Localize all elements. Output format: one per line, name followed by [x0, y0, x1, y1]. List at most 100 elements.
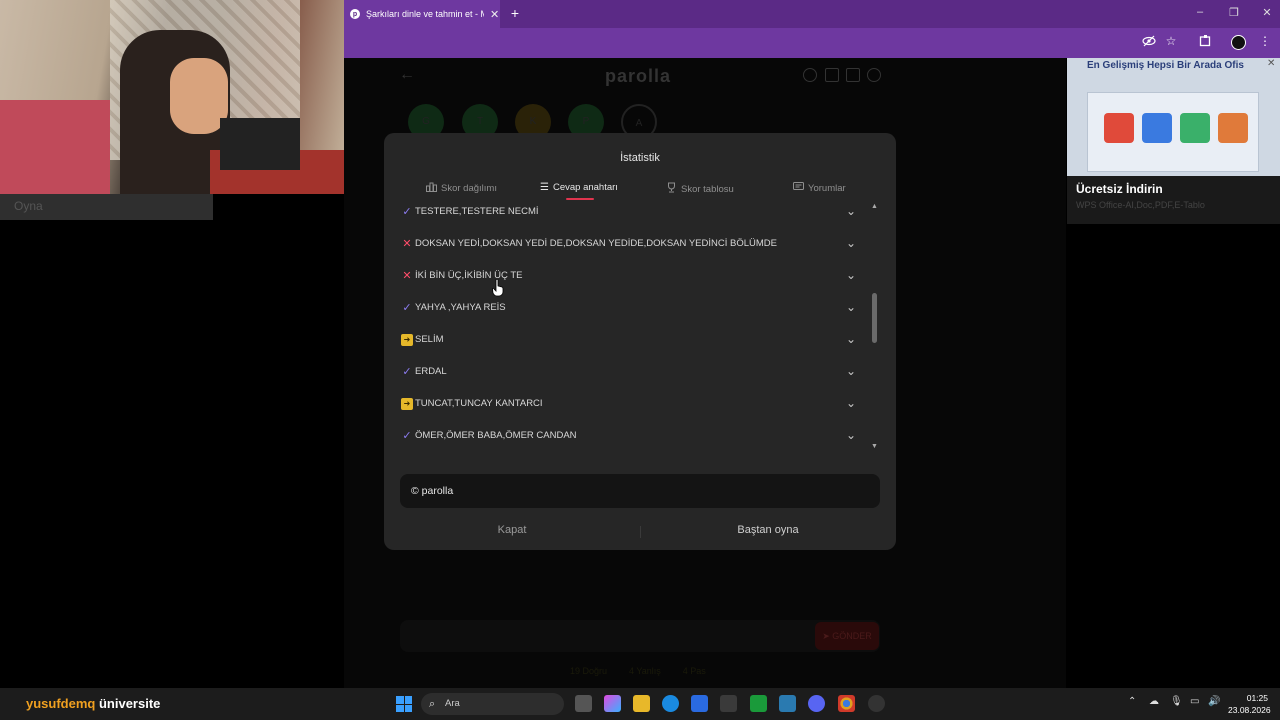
menu-icon[interactable]: ⋮ — [1256, 34, 1274, 48]
comment-icon — [793, 182, 804, 195]
answer-key-list[interactable]: ✓ TESTERE,TESTERE NECMİ ⌄ ✕ DOKSAN YEDİ,… — [400, 202, 862, 452]
pass-icon: ➜ — [401, 334, 413, 346]
taskbar-search[interactable]: ⌕ Ara — [421, 693, 564, 715]
pass-icon: ➜ — [401, 398, 413, 410]
advertisement[interactable]: En Gelişmiş Hepsi Bir Arada Ofis ✕ Ücret… — [1067, 58, 1280, 224]
close-button[interactable]: Kapat — [384, 524, 640, 536]
send-button[interactable]: ➤ GÖNDER — [815, 622, 879, 650]
ad-headline: En Gelişmiş Hepsi Bir Arada Ofis — [1087, 60, 1244, 71]
stats-icon[interactable] — [825, 68, 839, 82]
answer-text: ÖMER,ÖMER BABA,ÖMER CANDAN — [415, 430, 577, 441]
windows-start-icon[interactable] — [396, 696, 412, 712]
tab-close-icon[interactable]: ✕ — [490, 8, 499, 21]
ad-app-tile — [1218, 113, 1248, 143]
ad-subtitle: WPS Office-AI,Doc,PDF,E-Tablo — [1076, 200, 1205, 210]
chevron-down-icon[interactable]: ⌄ — [846, 332, 856, 346]
new-tab-button[interactable]: + — [506, 5, 524, 21]
ad-app-tile — [1142, 113, 1172, 143]
edge-icon[interactable] — [662, 695, 679, 712]
background-page-button: Oyna — [0, 194, 213, 220]
store-icon[interactable] — [720, 695, 737, 712]
xbox-icon[interactable] — [750, 695, 767, 712]
browser-tab-title: Şarkıları dinle ve tahmin et - M... — [366, 9, 484, 19]
minimize-button[interactable]: – — [1190, 6, 1210, 18]
onedrive-icon[interactable]: ☁ — [1149, 696, 1159, 707]
network-icon[interactable]: ▭ — [1190, 696, 1199, 707]
scroll-up-icon[interactable]: ▲ — [871, 203, 878, 210]
chevron-down-icon[interactable]: ⌄ — [846, 300, 856, 314]
user-icon[interactable] — [867, 68, 881, 82]
answer-text: DOKSAN YEDİ,DOKSAN YEDİ DE,DOKSAN YEDİDE… — [415, 238, 777, 249]
scrollbar[interactable]: ▲ ▼ — [871, 203, 879, 451]
obs-icon[interactable] — [868, 695, 885, 712]
chart-icon — [426, 182, 437, 195]
search-icon: ⌕ — [429, 698, 436, 710]
extensions-icon[interactable] — [1196, 34, 1214, 50]
chevron-down-icon[interactable]: ⌄ — [846, 236, 856, 250]
scrollbar-thumb[interactable] — [872, 293, 877, 343]
chrome-icon[interactable] — [838, 695, 855, 712]
chat-icon[interactable] — [846, 68, 860, 82]
answer-text: İKİ BİN ÜÇ,İKİBİN ÜÇ TE — [415, 270, 523, 281]
answer-row[interactable]: ✓ TESTERE,TESTERE NECMİ ⌄ — [400, 204, 862, 229]
tab-comments[interactable]: Yorumlar — [793, 182, 846, 195]
answer-text: YAHYA ,YAHYA REİS — [415, 302, 506, 313]
tab-leaderboard[interactable]: Skor tablosu — [666, 182, 734, 196]
answer-text: TUNCAT,TUNCAY KANTARCI — [415, 398, 543, 409]
discord-icon[interactable] — [808, 695, 825, 712]
tab-label: Skor dağılımı — [441, 183, 497, 194]
browser-tab[interactable]: p Şarkıları dinle ve tahmin et - M... ✕ — [344, 0, 500, 28]
tab-label: Cevap anahtarı — [552, 182, 618, 193]
cross-icon: ✕ — [402, 270, 412, 282]
webcam-laptop — [220, 118, 300, 170]
mail-icon[interactable] — [691, 695, 708, 712]
clock[interactable]: 01:25 23.08.2026 — [1228, 692, 1271, 716]
clock-date: 23.08.2026 — [1228, 705, 1271, 715]
chevron-down-icon[interactable]: ⌄ — [846, 268, 856, 282]
answer-row[interactable]: ➜ SELİM ⌄ — [400, 332, 862, 357]
task-view-icon[interactable] — [575, 695, 592, 712]
answer-row[interactable]: ➜ TUNCAT,TUNCAY KANTARCI ⌄ — [400, 396, 862, 421]
answer-row[interactable]: ✕ DOKSAN YEDİ,DOKSAN YEDİ DE,DOKSAN YEDİ… — [400, 236, 862, 261]
volume-icon[interactable]: 🔊 — [1208, 696, 1220, 707]
site-logo[interactable]: parolla — [605, 66, 671, 87]
app-icon[interactable] — [779, 695, 796, 712]
answer-row[interactable]: ✓ ERDAL ⌄ — [400, 364, 862, 389]
copilot-icon[interactable] — [604, 695, 621, 712]
ad-title[interactable]: Ücretsiz İndirin — [1076, 182, 1163, 196]
close-window-button[interactable]: ✕ — [1257, 6, 1277, 19]
back-arrow-icon[interactable]: ← — [399, 66, 415, 84]
ad-app-tile — [1104, 113, 1134, 143]
restore-button[interactable]: ❐ — [1224, 6, 1244, 19]
profile-icon[interactable] — [1231, 35, 1246, 50]
tab-answer-key[interactable]: ☰ Cevap anahtarı — [540, 182, 618, 193]
ad-app-tile — [1180, 113, 1210, 143]
file-explorer-icon[interactable] — [633, 695, 650, 712]
restart-button[interactable]: Baştan oyna — [640, 524, 896, 536]
chevron-down-icon[interactable]: ⌄ — [846, 428, 856, 442]
chevron-down-icon[interactable]: ⌄ — [846, 396, 856, 410]
streamer-name: yusufdemq — [26, 696, 96, 711]
tab-score-distribution[interactable]: Skor dağılımı — [426, 182, 497, 195]
webcam-sofa — [0, 100, 110, 194]
microphone-icon[interactable]: 🎙 — [1170, 696, 1183, 707]
statistics-modal: İstatistik Skor dağılımı ☰ Cevap anahtar… — [384, 133, 896, 550]
chevron-down-icon[interactable]: ⌄ — [846, 364, 856, 378]
answer-row[interactable]: ✓ YAHYA ,YAHYA REİS ⌄ — [400, 300, 862, 325]
ad-banner: En Gelişmiş Hepsi Bir Arada Ofis — [1067, 58, 1280, 176]
answer-row[interactable]: ✕ İKİ BİN ÜÇ,İKİBİN ÜÇ TE ⌄ — [400, 268, 862, 293]
star-icon[interactable]: ☆ — [1162, 34, 1180, 48]
ad-close-icon[interactable]: ✕ — [1267, 58, 1275, 69]
ad-screenshot — [1087, 92, 1259, 172]
pass-count: 4 Pas — [682, 666, 706, 676]
check-icon: ✓ — [402, 430, 412, 442]
streamer-tag: üniversite — [98, 696, 161, 711]
answer-input[interactable] — [400, 620, 880, 652]
answer-row[interactable]: ✓ ÖMER,ÖMER BABA,ÖMER CANDAN ⌄ — [400, 428, 862, 452]
scroll-down-icon[interactable]: ▼ — [871, 443, 878, 450]
info-icon[interactable] — [803, 68, 817, 82]
eye-off-icon[interactable] — [1140, 34, 1158, 51]
taskbar: yusufdemq üniversite ⌕ Ara ⌃ ☁ 🎙 ▭ 🔊 01:… — [0, 688, 1280, 720]
chevron-down-icon[interactable]: ⌄ — [846, 204, 856, 218]
tray-chevron-icon[interactable]: ⌃ — [1128, 696, 1136, 707]
